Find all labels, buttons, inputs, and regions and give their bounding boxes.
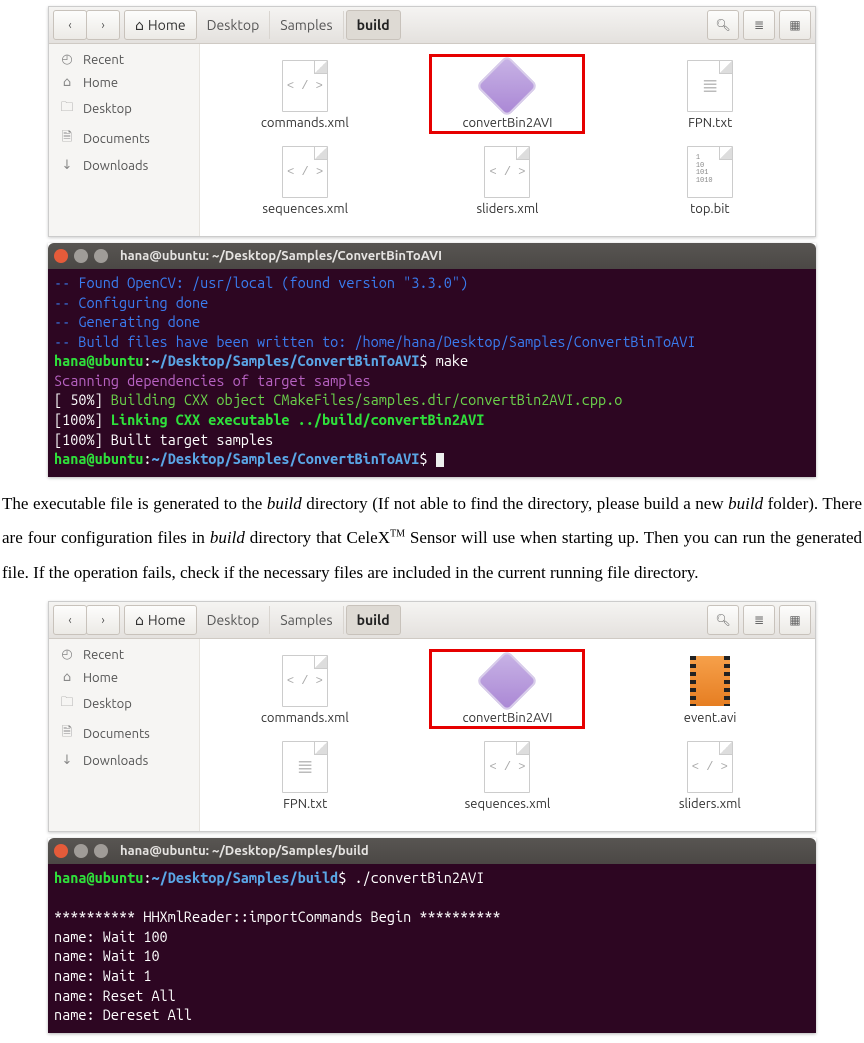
terminal-title: hana@ubuntu: ~/Desktop/Samples/ConvertBi… xyxy=(120,249,442,263)
executable-icon xyxy=(476,650,538,712)
xml-icon xyxy=(282,655,328,707)
close-icon[interactable] xyxy=(54,844,68,858)
home-label: Home xyxy=(148,612,186,628)
folder-icon: 🗀︎ xyxy=(59,98,75,120)
fm-body: ◴Recent ⌂Home 🗀︎Desktop 🗎︎Documents ↓Dow… xyxy=(49,639,815,831)
search-button[interactable]: 🔍︎ xyxy=(707,10,739,40)
doc-icon: 🗎︎ xyxy=(59,128,75,150)
file-item-fpn-txt[interactable]: FPN.txt xyxy=(228,735,382,815)
fm-sidebar: ◴Recent ⌂Home 🗀︎Desktop 🗎︎Documents ↓Dow… xyxy=(49,44,200,236)
clock-icon: ◴ xyxy=(59,52,75,67)
home-icon: ⌂ xyxy=(135,612,144,629)
search-button[interactable]: 🔍︎ xyxy=(707,605,739,635)
file-manager-bottom: ‹ › ⌂ Home Desktop Samples build 🔍︎ ≣ ▦ … xyxy=(48,601,816,832)
sidebar-item-home[interactable]: ⌂Home xyxy=(49,666,199,689)
xml-icon xyxy=(282,146,328,198)
file-item-commands-xml[interactable]: commands.xml xyxy=(228,649,382,729)
file-row: commands.xml convertBin2AVI FPN.txt xyxy=(204,54,811,134)
minimize-icon[interactable] xyxy=(74,844,88,858)
xml-icon xyxy=(484,146,530,198)
file-row: sequences.xml sliders.xml top.bit xyxy=(204,140,811,220)
grid-view-button[interactable]: ▦ xyxy=(779,605,811,635)
sidebar-item-home[interactable]: ⌂Home xyxy=(49,71,199,94)
sidebar-item-downloads[interactable]: ↓Downloads xyxy=(49,749,199,772)
crumb-samples[interactable]: Samples xyxy=(270,606,343,634)
home-icon: ⌂ xyxy=(59,670,75,685)
forward-button[interactable]: › xyxy=(86,605,120,635)
home-icon: ⌂ xyxy=(135,17,144,34)
terminal-title: hana@ubuntu: ~/Desktop/Samples/build xyxy=(120,844,369,858)
download-icon: ↓ xyxy=(59,158,75,173)
list-view-button[interactable]: ≣ xyxy=(743,605,775,635)
file-row: commands.xml convertBin2AVI event.avi xyxy=(204,649,811,729)
doc-icon: 🗎︎ xyxy=(59,723,75,745)
video-icon xyxy=(690,656,730,706)
terminal-top: hana@ubuntu: ~/Desktop/Samples/ConvertBi… xyxy=(48,243,816,477)
download-icon: ↓ xyxy=(59,753,75,768)
file-item-event-avi[interactable]: event.avi xyxy=(633,649,787,729)
terminal-output[interactable]: -- Found OpenCV: /usr/local (found versi… xyxy=(48,269,816,477)
file-item-sequences-xml[interactable]: sequences.xml xyxy=(228,140,382,220)
file-item-sliders-xml[interactable]: sliders.xml xyxy=(633,735,787,815)
maximize-icon[interactable] xyxy=(94,249,108,263)
file-manager-top: ‹ › ⌂ Home Desktop Samples build 🔍︎ ≣ ▦ … xyxy=(48,6,816,237)
minimize-icon[interactable] xyxy=(74,249,88,263)
terminal-bottom: hana@ubuntu: ~/Desktop/Samples/build han… xyxy=(48,838,816,1033)
clock-icon: ◴ xyxy=(59,647,75,662)
forward-button[interactable]: › xyxy=(86,10,120,40)
crumb-build[interactable]: build xyxy=(346,10,401,40)
close-icon[interactable] xyxy=(54,249,68,263)
txt-icon xyxy=(282,741,328,793)
maximize-icon[interactable] xyxy=(94,844,108,858)
terminal-titlebar: hana@ubuntu: ~/Desktop/Samples/build xyxy=(48,838,816,864)
file-item-convertbin2avi[interactable]: convertBin2AVI xyxy=(429,54,585,134)
txt-icon xyxy=(687,60,733,112)
crumb-desktop[interactable]: Desktop xyxy=(197,11,271,39)
binary-icon xyxy=(687,146,733,198)
back-button[interactable]: ‹ xyxy=(53,10,87,40)
sidebar-item-downloads[interactable]: ↓Downloads xyxy=(49,154,199,177)
home-label: Home xyxy=(148,17,186,33)
file-item-top-bit[interactable]: top.bit xyxy=(633,140,787,220)
sidebar-item-desktop[interactable]: 🗀︎Desktop xyxy=(49,94,199,124)
crumb-build[interactable]: build xyxy=(346,605,401,635)
fm-toolbar: ‹ › ⌂ Home Desktop Samples build 🔍︎ ≣ ▦ xyxy=(49,602,815,639)
folder-icon: 🗀︎ xyxy=(59,693,75,715)
executable-icon xyxy=(476,55,538,117)
sidebar-item-recent[interactable]: ◴Recent xyxy=(49,48,199,71)
xml-icon xyxy=(484,741,530,793)
fm-content: commands.xml convertBin2AVI FPN.txt sequ… xyxy=(200,44,815,236)
file-item-convertbin2avi[interactable]: convertBin2AVI xyxy=(429,649,585,729)
list-view-button[interactable]: ≣ xyxy=(743,10,775,40)
fm-sidebar: ◴Recent ⌂Home 🗀︎Desktop 🗎︎Documents ↓Dow… xyxy=(49,639,200,831)
fm-content: commands.xml convertBin2AVI event.avi FP… xyxy=(200,639,815,831)
crumb-samples[interactable]: Samples xyxy=(270,11,343,39)
sidebar-item-recent[interactable]: ◴Recent xyxy=(49,643,199,666)
xml-icon xyxy=(282,60,328,112)
back-button[interactable]: ‹ xyxy=(53,605,87,635)
sidebar-item-documents[interactable]: 🗎︎Documents xyxy=(49,719,199,749)
file-item-sequences-xml[interactable]: sequences.xml xyxy=(430,735,584,815)
home-icon: ⌂ xyxy=(59,75,75,90)
sidebar-item-desktop[interactable]: 🗀︎Desktop xyxy=(49,689,199,719)
fm-body: ◴Recent ⌂Home 🗀︎Desktop 🗎︎Documents ↓Dow… xyxy=(49,44,815,236)
file-item-commands-xml[interactable]: commands.xml xyxy=(228,54,382,134)
file-item-sliders-xml[interactable]: sliders.xml xyxy=(430,140,584,220)
file-item-fpn-txt[interactable]: FPN.txt xyxy=(633,54,787,134)
grid-view-button[interactable]: ▦ xyxy=(779,10,811,40)
file-row: FPN.txt sequences.xml sliders.xml xyxy=(204,735,811,815)
terminal-titlebar: hana@ubuntu: ~/Desktop/Samples/ConvertBi… xyxy=(48,243,816,269)
fm-toolbar: ‹ › ⌂ Home Desktop Samples build 🔍︎ ≣ ▦ xyxy=(49,7,815,44)
cursor-icon xyxy=(436,453,444,467)
document-paragraph: The executable file is generated to the … xyxy=(0,487,864,592)
home-crumb[interactable]: ⌂ Home xyxy=(124,10,197,40)
sidebar-item-documents[interactable]: 🗎︎Documents xyxy=(49,124,199,154)
crumb-desktop[interactable]: Desktop xyxy=(197,606,271,634)
home-crumb[interactable]: ⌂ Home xyxy=(124,605,197,635)
xml-icon xyxy=(687,741,733,793)
terminal-output[interactable]: hana@ubuntu:~/Desktop/Samples/build$ ./c… xyxy=(48,864,816,1033)
